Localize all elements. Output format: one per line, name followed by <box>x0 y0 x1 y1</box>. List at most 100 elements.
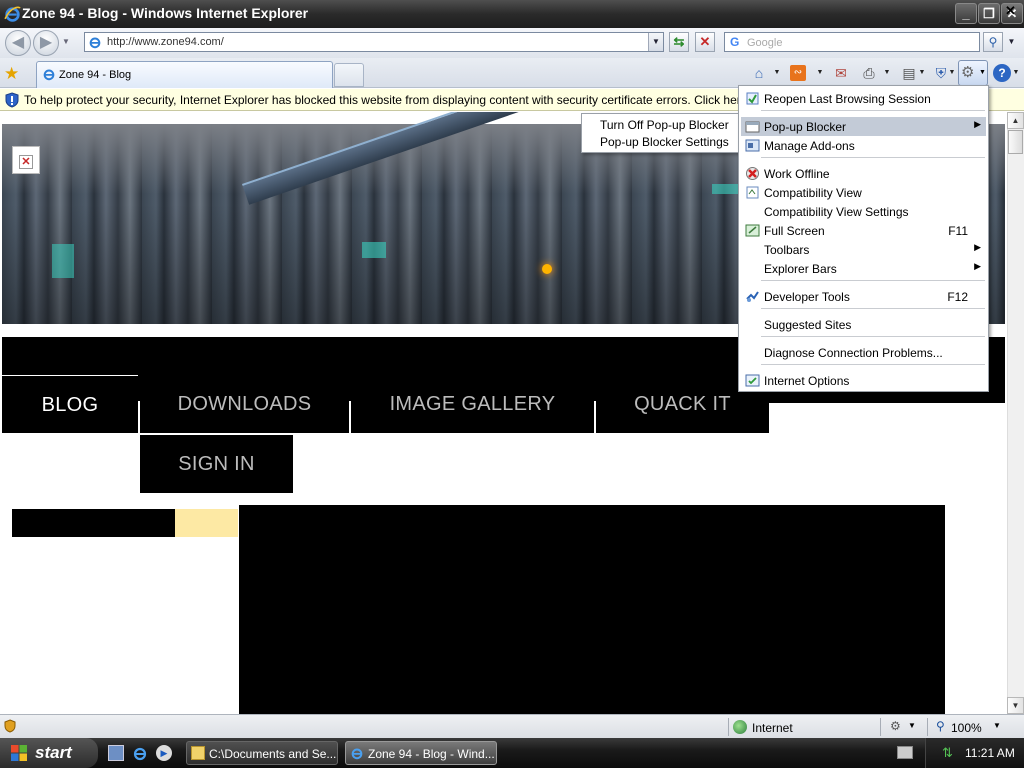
menu-item-diagnose-connection[interactable]: Diagnose Connection Problems... <box>741 343 986 362</box>
ie-icon <box>351 748 363 760</box>
turn-off-popup-blocker-item[interactable]: Turn Off Pop-up Blocker <box>600 118 729 132</box>
folder-icon <box>191 746 205 760</box>
home-icon[interactable]: ⌂ <box>748 62 770 84</box>
scroll-down-button[interactable]: ▼ <box>1007 697 1024 714</box>
menu-item-full-screen[interactable]: Full Screen F11 <box>741 221 986 240</box>
favorites-star-icon[interactable]: ★ <box>4 64 19 84</box>
address-input[interactable]: http://www.zone94.com/ ▼ <box>84 32 664 52</box>
feeds-dropdown[interactable]: ▼ <box>815 62 825 84</box>
status-bar: Internet ⚙ ▼ ⚲ 100% ▼ <box>0 714 1024 738</box>
sidebar-block <box>12 509 175 537</box>
search-input[interactable]: G Google <box>724 32 980 52</box>
network-icon[interactable]: ⇅ <box>942 745 953 761</box>
scroll-up-button[interactable]: ▲ <box>1007 112 1024 129</box>
status-divider <box>880 718 881 736</box>
menu-separator <box>761 280 985 281</box>
zoom-icon[interactable]: ⚲ <box>936 719 945 733</box>
recent-pages-dropdown[interactable]: ▼ <box>62 37 70 46</box>
help-icon[interactable]: ? <box>993 64 1011 82</box>
search-options-dropdown[interactable]: ▼ <box>1005 32 1018 52</box>
menu-item-compatibility-view-settings[interactable]: Compatibility View Settings <box>741 202 986 221</box>
menu-item-manage-addons[interactable]: Manage Add-ons <box>741 136 986 155</box>
work-offline-icon <box>746 167 759 180</box>
zoom-level[interactable]: 100% <box>951 721 982 735</box>
protected-mode-dropdown[interactable]: ▼ <box>908 721 916 730</box>
back-button[interactable]: ◀ <box>5 30 31 56</box>
feeds-icon[interactable]: ∾ <box>790 65 806 81</box>
help-dropdown[interactable]: ▼ <box>1011 62 1021 84</box>
menu-separator <box>761 110 985 111</box>
quicklaunch-ie-icon[interactable] <box>132 745 148 761</box>
menu-item-developer-tools[interactable]: Developer Tools F12 <box>741 287 986 306</box>
nav-sign-in-link[interactable]: SIGN IN <box>140 435 293 493</box>
sidebar-highlight-block <box>175 509 238 537</box>
vertical-scrollbar[interactable] <box>1007 112 1024 714</box>
tab-zone94-blog[interactable]: Zone 94 - Blog <box>36 61 333 88</box>
addons-icon <box>745 139 760 152</box>
nav-divider <box>349 401 351 431</box>
gear-icon: ⚙ <box>961 64 975 81</box>
nav-downloads-link[interactable]: DOWNLOADS <box>140 375 349 433</box>
keyboard-icon[interactable] <box>897 746 913 759</box>
banner-light <box>362 242 386 258</box>
search-button[interactable]: ⚲ <box>983 32 1003 52</box>
quicklaunch-media-player-icon[interactable]: ▶ <box>156 745 172 761</box>
ie-logo-icon <box>4 6 21 22</box>
compatibility-view-icon <box>746 186 759 199</box>
quicklaunch-desktop-icon[interactable] <box>108 745 124 761</box>
submenu-arrow-icon: ▶ <box>974 119 981 129</box>
zoom-dropdown[interactable]: ▼ <box>993 721 1001 730</box>
taskbar-item-explorer-folder[interactable]: C:\Documents and Se... <box>186 741 338 765</box>
title-bar[interactable]: Zone 94 - Blog - Windows Internet Explor… <box>0 0 1024 28</box>
page-dropdown[interactable]: ▼ <box>917 62 927 84</box>
nav-blog-link[interactable]: BLOG <box>2 375 138 433</box>
tools-dropdown-arrow: ▼ <box>979 69 986 76</box>
security-warning-icon[interactable] <box>4 719 16 733</box>
clock[interactable]: 11:21 AM <box>965 746 1015 760</box>
menu-item-toolbars[interactable]: Toolbars ▶ <box>741 240 986 259</box>
menu-item-internet-options[interactable]: Internet Options <box>741 371 986 390</box>
menu-separator <box>761 364 985 365</box>
compat-refresh-button[interactable]: ⇆ <box>669 32 689 52</box>
scrollbar-thumb[interactable] <box>1008 130 1023 154</box>
home-dropdown[interactable]: ▼ <box>772 62 782 84</box>
security-zone-label[interactable]: Internet <box>752 721 793 735</box>
search-placeholder: Google <box>747 37 783 49</box>
forward-button[interactable]: ▶ <box>33 30 59 56</box>
banner-light <box>52 244 74 278</box>
google-icon: G <box>730 35 740 49</box>
tools-button[interactable]: ⚙ ▼ <box>958 60 988 86</box>
mail-icon[interactable]: ✉ <box>830 62 852 84</box>
restore-button[interactable]: ❐ <box>978 3 1000 24</box>
menu-item-work-offline[interactable]: Work Offline <box>741 164 986 183</box>
menu-item-reopen-last-session[interactable]: Reopen Last Browsing Session <box>741 89 986 108</box>
information-bar-close-icon[interactable]: ✕ <box>1005 3 1016 19</box>
minimize-button[interactable]: _ <box>955 3 977 24</box>
print-icon[interactable]: ⎙ <box>858 62 880 84</box>
menu-item-explorer-bars[interactable]: Explorer Bars ▶ <box>741 259 986 278</box>
status-divider <box>728 718 729 736</box>
popup-blocker-icon <box>745 121 760 133</box>
menu-item-suggested-sites[interactable]: Suggested Sites <box>741 315 986 334</box>
menu-item-popup-blocker[interactable]: Pop-up Blocker ▶ <box>741 117 986 136</box>
stop-button[interactable]: ✕ <box>695 32 715 52</box>
popup-blocker-settings-item[interactable]: Pop-up Blocker Settings <box>600 135 729 149</box>
security-shield-icon <box>5 92 19 108</box>
menu-item-compatibility-view[interactable]: Compatibility View <box>741 183 986 202</box>
banner-light <box>542 264 552 274</box>
safety-dropdown[interactable]: ▼ <box>947 62 957 84</box>
taskbar-item-ie-window[interactable]: Zone 94 - Blog - Wind... <box>345 741 497 765</box>
address-dropdown-button[interactable]: ▼ <box>648 33 663 51</box>
windows-logo-icon <box>11 745 27 761</box>
window-title: Zone 94 - Blog - Windows Internet Explor… <box>22 5 309 21</box>
print-dropdown[interactable]: ▼ <box>882 62 892 84</box>
submenu-arrow-icon: ▶ <box>974 261 981 271</box>
taskbar: start ▶ C:\Documents and Se... Zone 94 -… <box>0 738 1024 768</box>
start-button[interactable]: start <box>0 738 98 768</box>
menu-separator <box>761 308 985 309</box>
new-tab-button[interactable] <box>334 63 364 87</box>
nav-divider <box>138 401 140 431</box>
banner-light <box>712 184 740 194</box>
nav-image-gallery-link[interactable]: IMAGE GALLERY <box>351 375 594 433</box>
protected-mode-icon[interactable]: ⚙ <box>890 719 901 733</box>
